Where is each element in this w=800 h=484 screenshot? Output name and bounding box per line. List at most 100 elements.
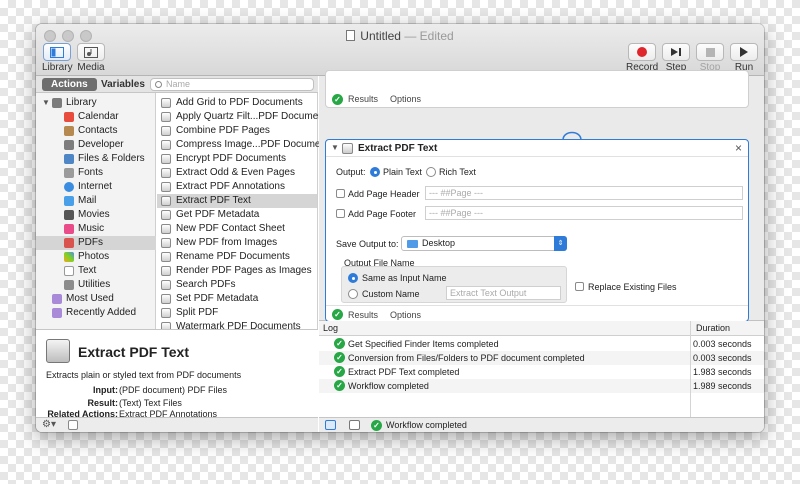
action-item[interactable]: Rename PDF Documents	[157, 250, 317, 264]
tab-actions[interactable]: Actions	[42, 78, 97, 91]
step-button[interactable]: Step	[661, 43, 691, 73]
sidebar-item-calendar[interactable]: Calendar	[36, 110, 156, 124]
results-toggle[interactable]: Results	[348, 310, 378, 320]
action-item[interactable]: Search PDFs	[157, 278, 317, 292]
automator-window: Untitled — Edited Library Media Record S…	[36, 24, 764, 432]
window-title: Untitled — Edited	[36, 29, 764, 43]
action-card-header: ▼ Extract PDF Text ×	[326, 140, 748, 157]
action-item[interactable]: Compress Image...PDF Documents	[157, 138, 334, 152]
options-toggle[interactable]: Options	[390, 310, 421, 320]
rich-text-radio[interactable]	[426, 167, 436, 177]
action-item-selected[interactable]: Extract PDF Text	[157, 194, 317, 208]
sidebar-item-most-used[interactable]: Most Used	[36, 292, 156, 306]
mail-icon	[64, 196, 74, 206]
disclosure-triangle-icon: ▼	[42, 98, 50, 107]
action-item[interactable]: Apply Quartz Filt...PDF Documents	[157, 110, 332, 124]
list-view-icon[interactable]	[325, 420, 336, 430]
document-icon	[346, 30, 356, 41]
stop-button[interactable]: Stop	[695, 43, 725, 73]
pdf-icon	[64, 238, 74, 248]
page-header-field[interactable]: --- ##Page ---	[425, 186, 743, 200]
custom-name-field[interactable]: Extract Text Output	[446, 286, 561, 300]
smart-folder-icon	[52, 308, 62, 318]
success-check-icon: ✓	[334, 338, 345, 349]
action-item[interactable]: Extract PDF Annotations	[157, 180, 317, 194]
success-check-icon: ✓	[334, 366, 345, 377]
sidebar-item-fonts[interactable]: Fonts	[36, 166, 156, 180]
action-item[interactable]: Set PDF Metadata	[157, 292, 317, 306]
log-column-header[interactable]: Log	[323, 323, 338, 333]
pdf-action-icon	[161, 196, 171, 206]
sidebar-item-utilities[interactable]: Utilities	[36, 278, 156, 292]
calendar-icon	[64, 112, 74, 122]
remove-action-button[interactable]: ×	[735, 141, 742, 155]
replace-existing-checkbox[interactable]	[575, 282, 584, 291]
description-text: Extracts plain or styled text from PDF d…	[46, 370, 242, 380]
sidebar-item-pdfs[interactable]: PDFs	[36, 236, 156, 250]
success-check-icon: ✓	[332, 94, 343, 105]
add-page-footer-checkbox[interactable]	[336, 209, 345, 218]
sidebar-item-mail[interactable]: Mail	[36, 194, 156, 208]
sidebar-item-recently-added[interactable]: Recently Added	[36, 306, 156, 320]
duration-column-header[interactable]: Duration	[696, 323, 730, 333]
connector-icon	[562, 131, 582, 140]
description-input: (PDF document) PDF Files	[119, 385, 228, 395]
fonts-icon	[64, 168, 74, 178]
action-item[interactable]: Render PDF Pages as Images	[157, 264, 317, 278]
success-check-icon: ✓	[332, 309, 343, 320]
sidebar-item-internet[interactable]: Internet	[36, 180, 156, 194]
pdf-action-icon	[161, 126, 171, 136]
action-item[interactable]: Extract Odd & Even Pages	[157, 166, 317, 180]
library-tab-bar: Actions Variables Name	[36, 76, 318, 93]
record-icon	[637, 47, 647, 57]
action-item[interactable]: Split PDF	[157, 306, 317, 320]
sidebar-item-developer[interactable]: Developer	[36, 138, 156, 152]
contacts-icon	[64, 126, 74, 136]
same-as-input-radio[interactable]	[348, 273, 358, 283]
log-view-icon[interactable]	[349, 420, 360, 430]
library-root[interactable]: ▼ Library	[36, 96, 156, 110]
collapse-triangle-icon[interactable]: ▼	[331, 143, 339, 152]
custom-name-radio[interactable]	[348, 289, 358, 299]
record-button[interactable]: Record	[626, 43, 658, 73]
sidebar-item-text[interactable]: Text	[36, 264, 156, 278]
action-item[interactable]: Add Grid to PDF Documents	[157, 96, 317, 110]
description-toggle-icon[interactable]	[68, 420, 78, 430]
page-footer-field[interactable]: --- ##Page ---	[425, 206, 743, 220]
results-toggle[interactable]: Results	[348, 94, 378, 104]
add-page-header-checkbox[interactable]	[336, 189, 345, 198]
utilities-icon	[64, 280, 74, 290]
action-item[interactable]: New PDF Contact Sheet	[157, 222, 317, 236]
sidebar-item-photos[interactable]: Photos	[36, 250, 156, 264]
plain-text-radio[interactable]	[370, 167, 380, 177]
stop-icon	[705, 47, 715, 57]
gear-icon[interactable]: ⚙▾	[42, 419, 56, 430]
action-item[interactable]: New PDF from Images	[157, 236, 317, 250]
options-toggle[interactable]: Options	[390, 94, 421, 104]
run-button[interactable]: Run	[729, 43, 759, 73]
action-item[interactable]: Encrypt PDF Documents	[157, 152, 317, 166]
media-button[interactable]: Media	[76, 43, 106, 73]
step-icon	[671, 48, 681, 56]
search-input[interactable]: Name	[150, 78, 314, 91]
action-card-title: Extract PDF Text	[358, 143, 438, 154]
sidebar-item-files-folders[interactable]: Files & Folders	[36, 152, 156, 166]
developer-icon	[64, 140, 74, 150]
save-output-select[interactable]: Desktop ⇕	[401, 236, 567, 251]
sidebar-item-movies[interactable]: Movies	[36, 208, 156, 222]
action-item[interactable]: Get PDF Metadata	[157, 208, 317, 222]
sidebar-item-music[interactable]: Music	[36, 222, 156, 236]
log-row: ✓ Extract PDF Text completed 1.983 secon…	[319, 365, 764, 379]
log-row: ✓ Get Specified Finder Items completed 0…	[319, 337, 764, 351]
pdf-action-icon	[161, 266, 171, 276]
pdf-action-icon	[161, 168, 171, 178]
folder-icon	[407, 240, 418, 248]
tab-variables[interactable]: Variables	[92, 78, 154, 91]
action-item[interactable]: Combine PDF Pages	[157, 124, 317, 138]
pdf-action-icon	[161, 294, 171, 304]
library-toggle-button[interactable]: Library	[42, 43, 73, 73]
sidebar-item-contacts[interactable]: Contacts	[36, 124, 156, 138]
pdf-action-icon	[161, 154, 171, 164]
extract-pdf-text-icon	[46, 339, 70, 363]
pdf-action-icon	[161, 224, 171, 234]
